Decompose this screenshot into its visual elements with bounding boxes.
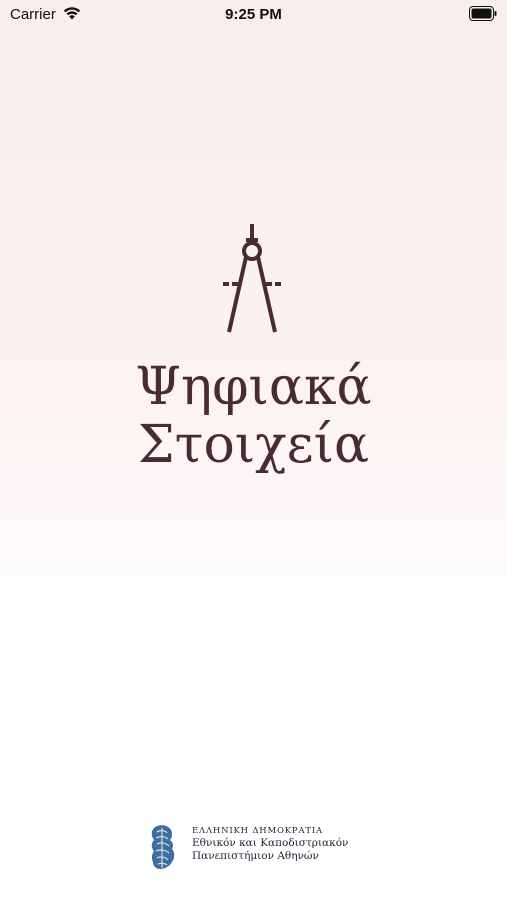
- status-time: 9:25 PM: [225, 6, 282, 23]
- app-title-line1: Ψηφιακά: [135, 357, 372, 417]
- university-name: ΕΛΛΗΝΙΚΗ ΔΗΜΟΚΡΑΤΙΑ Εθνικόν και Καποδιστ…: [192, 825, 348, 863]
- footer-line-republic: ΕΛΛΗΝΙΚΗ ΔΗΜΟΚΡΑΤΙΑ: [192, 826, 323, 836]
- university-footer: ΕΛΛΗΝΙΚΗ ΔΗΜΟΚΡΑΤΙΑ Εθνικόν και Καποδιστ…: [148, 824, 388, 872]
- compass-icon: [223, 224, 281, 333]
- athena-emblem-icon: [151, 825, 175, 869]
- footer-line-university: Εθνικόν και Καποδιστριακόν: [192, 837, 349, 849]
- status-bar: Carrier 9:25 PM: [0, 0, 507, 30]
- app-title: Ψηφιακά Στοιχεία: [0, 358, 507, 474]
- app-title-line2: Στοιχεία: [137, 415, 370, 475]
- battery-icon: [469, 6, 497, 21]
- footer-line-athens: Πανεπιστήμιον Αθηνών: [192, 850, 319, 862]
